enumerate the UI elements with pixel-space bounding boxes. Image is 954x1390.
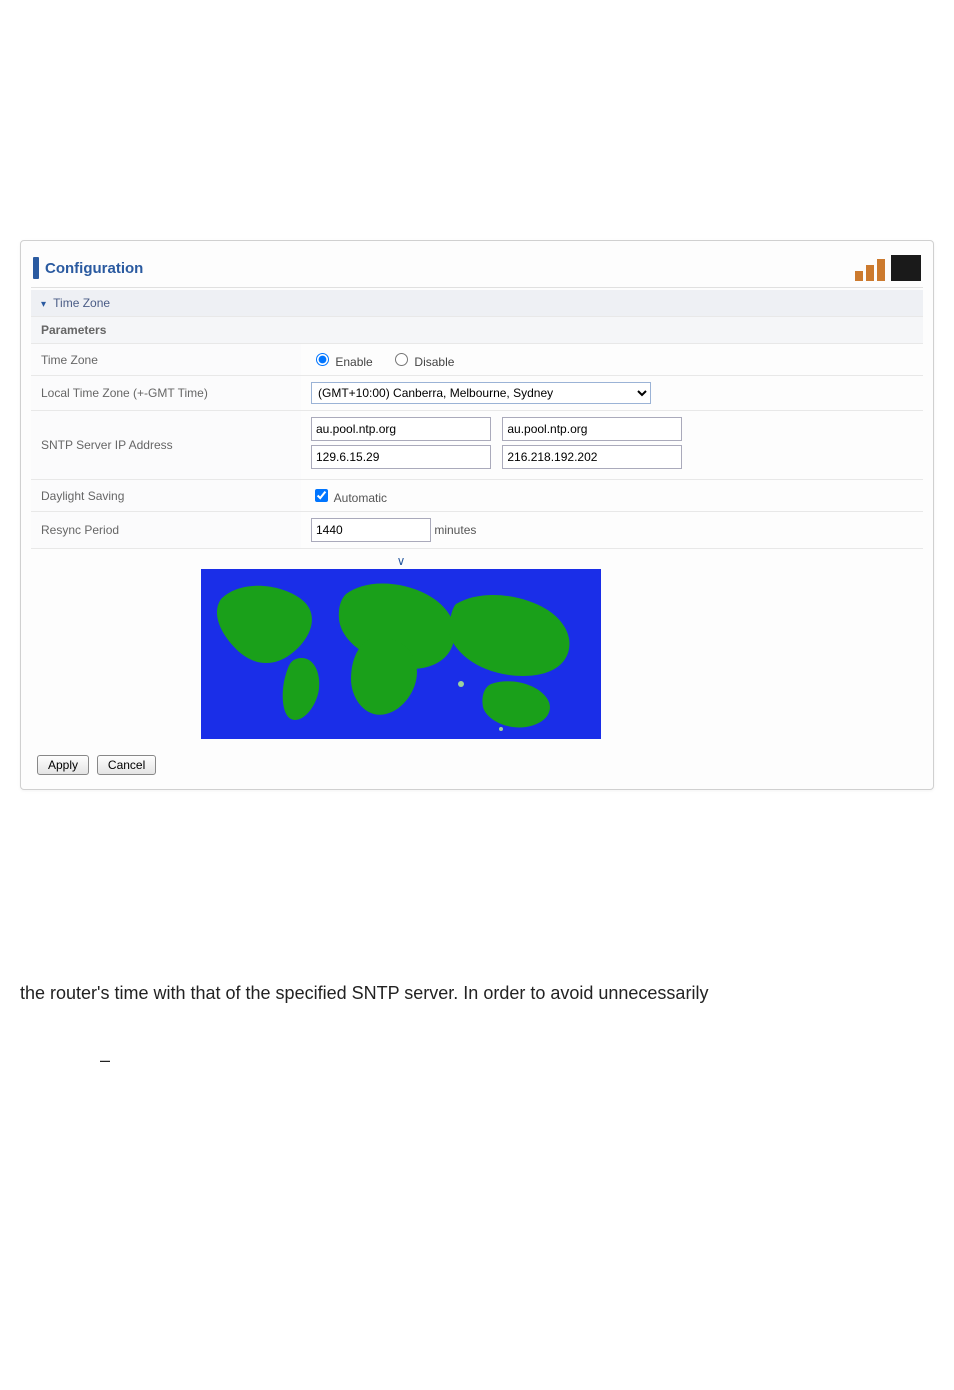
- parameters-table: ▾ Time Zone Parameters Time Zone Enable: [31, 290, 923, 745]
- apply-button[interactable]: Apply: [37, 755, 89, 775]
- brand-logo: [855, 255, 921, 281]
- row-map: ∨: [31, 549, 923, 746]
- world-map[interactable]: [201, 569, 601, 739]
- radio-enable-label: Enable: [335, 355, 372, 369]
- logo-bars-icon: [855, 259, 885, 281]
- time-zone-radio-group: Enable Disable: [311, 355, 468, 369]
- label-sntp: SNTP Server IP Address: [31, 411, 301, 480]
- label-local-time-zone: Local Time Zone (+-GMT Time): [31, 376, 301, 411]
- label-resync: Resync Period: [31, 512, 301, 549]
- resync-input[interactable]: [311, 518, 431, 542]
- paragraph-text: the router's time with that of the speci…: [20, 983, 708, 1003]
- body-text: the router's time with that of the speci…: [20, 980, 934, 1074]
- parameters-subheader: Parameters: [31, 317, 923, 344]
- label-time-zone: Time Zone: [31, 344, 301, 376]
- sntp-server-4[interactable]: [502, 445, 682, 469]
- paragraph-dash: –: [100, 1047, 934, 1074]
- row-local-time-zone: Local Time Zone (+-GMT Time) (GMT+10:00)…: [31, 376, 923, 411]
- resync-unit: minutes: [434, 523, 476, 537]
- radio-disable[interactable]: [395, 353, 408, 366]
- parameters-label: Parameters: [31, 317, 923, 344]
- radio-enable-wrap[interactable]: Enable: [311, 355, 376, 369]
- sntp-server-2[interactable]: [502, 417, 682, 441]
- map-pointer-icon: ∨: [201, 555, 601, 569]
- section-title: Time Zone: [53, 296, 110, 310]
- radio-enable[interactable]: [316, 353, 329, 366]
- section-time-zone[interactable]: ▾ Time Zone: [31, 290, 923, 317]
- local-time-zone-select[interactable]: (GMT+10:00) Canberra, Melbourne, Sydney: [311, 382, 651, 404]
- sntp-server-3[interactable]: [311, 445, 491, 469]
- row-daylight: Daylight Saving Automatic: [31, 480, 923, 512]
- label-daylight: Daylight Saving: [31, 480, 301, 512]
- daylight-checkbox[interactable]: [315, 489, 328, 502]
- button-bar: Apply Cancel: [31, 745, 923, 779]
- daylight-checkbox-label: Automatic: [334, 491, 387, 505]
- radio-disable-wrap[interactable]: Disable: [390, 355, 454, 369]
- panel-title: Configuration: [45, 260, 143, 277]
- configuration-panel: Configuration ▾ Time Zone Parameters Tim: [20, 240, 934, 790]
- row-resync: Resync Period minutes: [31, 512, 923, 549]
- sntp-server-1[interactable]: [311, 417, 491, 441]
- panel-accent-bar: [33, 257, 39, 279]
- row-time-zone: Time Zone Enable Disable: [31, 344, 923, 376]
- panel-header: Configuration: [31, 251, 923, 288]
- radio-disable-label: Disable: [414, 355, 454, 369]
- cancel-button[interactable]: Cancel: [97, 755, 156, 775]
- logo-text-block: [891, 255, 921, 281]
- daylight-checkbox-wrap[interactable]: Automatic: [311, 491, 387, 505]
- row-sntp: SNTP Server IP Address: [31, 411, 923, 480]
- caret-down-icon: ▾: [41, 299, 46, 310]
